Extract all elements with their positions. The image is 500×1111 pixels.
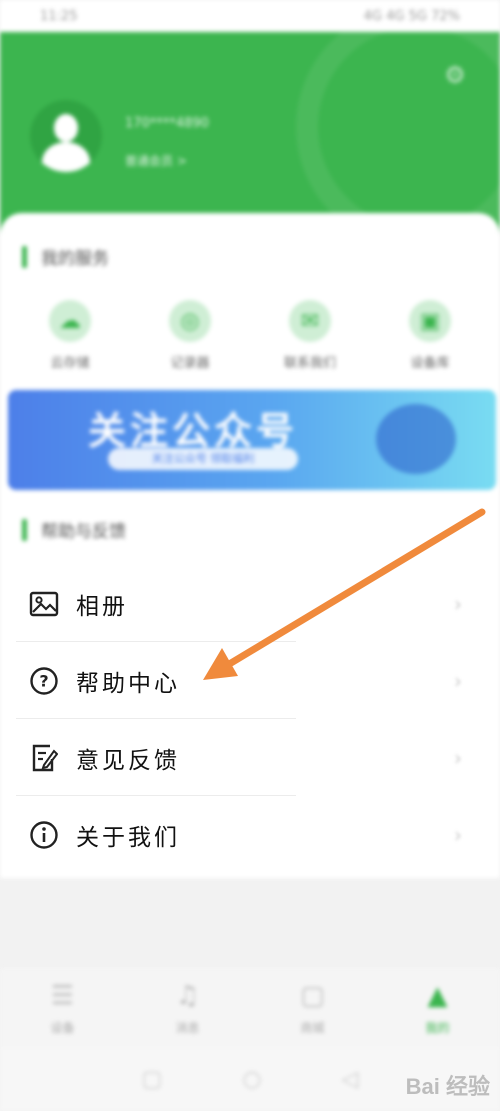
section-title-services-label: 我的服务 [41, 249, 109, 269]
person-icon: ▲ [427, 980, 448, 1011]
tab-shop[interactable]: ▢ 商城 [273, 981, 353, 1036]
status-bar: 11:25 4G 4G 5G 72% [0, 0, 500, 32]
header-decoration [296, 5, 500, 245]
device-icon: ▣ [409, 300, 451, 342]
banner-subtitle: 关注公众号 领取福利 [108, 448, 298, 470]
chevron-right-icon: › [454, 745, 462, 770]
status-time: 11:25 [40, 8, 78, 24]
tab-messages[interactable]: ♫ 消息 [148, 981, 228, 1036]
status-indicators: 4G 4G 5G 72% [363, 8, 460, 24]
avatar[interactable] [30, 100, 102, 172]
menu-list: 相册 › ? 帮助中心 › 意见反馈 › 关于我们 › [0, 565, 500, 873]
section-title-help-label: 帮助与反馈 [41, 522, 126, 542]
promo-banner[interactable]: 关注公众号 关注公众号 领取福利 [8, 390, 496, 490]
info-circle-icon [28, 819, 60, 851]
menu-item-album[interactable]: 相册 › [0, 565, 500, 642]
section-title-help: 帮助与反馈 [22, 517, 126, 542]
cloud-icon: ☁ [49, 300, 91, 342]
list-icon: ☰ [50, 980, 75, 1011]
edit-document-icon [28, 742, 60, 774]
user-name[interactable]: 170****4890 [125, 116, 209, 131]
membership-link[interactable]: 普通会员 > [125, 152, 187, 169]
watermark: Bai 经验 [405, 1074, 490, 1099]
menu-item-feedback[interactable]: 意见反馈 › [0, 719, 500, 796]
tab-bar: ☰ 设备 ♫ 消息 ▢ 商城 ▲ 我的 [0, 968, 500, 1048]
tab-label: 消息 [175, 1020, 200, 1035]
tab-label: 商城 [300, 1020, 325, 1035]
chat-icon: ✉ [289, 300, 331, 342]
section-title-services: 我的服务 [22, 244, 109, 269]
screen: ⚙ 170****4890 普通会员 > 11:25 4G 4G 5G 72% … [0, 0, 500, 1111]
tab-label: 设备 [50, 1020, 75, 1035]
svg-text:?: ? [39, 671, 48, 690]
nav-home-icon[interactable]: ○ [242, 1067, 261, 1092]
banner-title: 关注公众号 [88, 409, 299, 453]
feature-label: 云存储 [50, 356, 90, 371]
settings-icon[interactable]: ⚙ [438, 58, 472, 92]
shop-icon: ▢ [300, 980, 325, 1011]
profile-header: ⚙ 170****4890 普通会员 > [0, 0, 500, 245]
tab-mine[interactable]: ▲ 我的 [398, 981, 478, 1036]
feature-contact[interactable]: ✉ 联系我们 [260, 300, 360, 371]
banner-illustration [376, 404, 456, 474]
nav-recent-icon[interactable]: ▢ [142, 1067, 163, 1092]
question-circle-icon: ? [28, 665, 60, 697]
menu-item-help-center[interactable]: ? 帮助中心 › [0, 642, 500, 719]
feature-device[interactable]: ▣ 设备库 [380, 300, 480, 371]
bell-icon: ♫ [175, 980, 200, 1011]
menu-item-label: 相册 [76, 593, 128, 620]
feature-label: 联系我们 [283, 356, 336, 371]
menu-item-label: 意见反馈 [76, 747, 180, 774]
feature-label: 记录器 [170, 356, 210, 371]
feature-label: 设备库 [410, 356, 450, 371]
chevron-right-icon: › [454, 822, 462, 847]
feature-recorder[interactable]: ◎ 记录器 [140, 300, 240, 371]
feature-cloud[interactable]: ☁ 云存储 [20, 300, 120, 371]
tab-label: 我的 [425, 1020, 450, 1035]
menu-item-label: 关于我们 [76, 824, 180, 851]
image-icon [28, 588, 60, 620]
chevron-right-icon: › [454, 591, 462, 616]
tab-devices[interactable]: ☰ 设备 [23, 981, 103, 1036]
recorder-icon: ◎ [169, 300, 211, 342]
menu-item-label: 帮助中心 [76, 670, 180, 697]
nav-back-icon[interactable]: ◁ [342, 1067, 359, 1092]
menu-item-about[interactable]: 关于我们 › [0, 796, 500, 873]
feature-row: ☁ 云存储 ◎ 记录器 ✉ 联系我们 ▣ 设备库 [0, 300, 500, 371]
chevron-right-icon: › [454, 668, 462, 693]
